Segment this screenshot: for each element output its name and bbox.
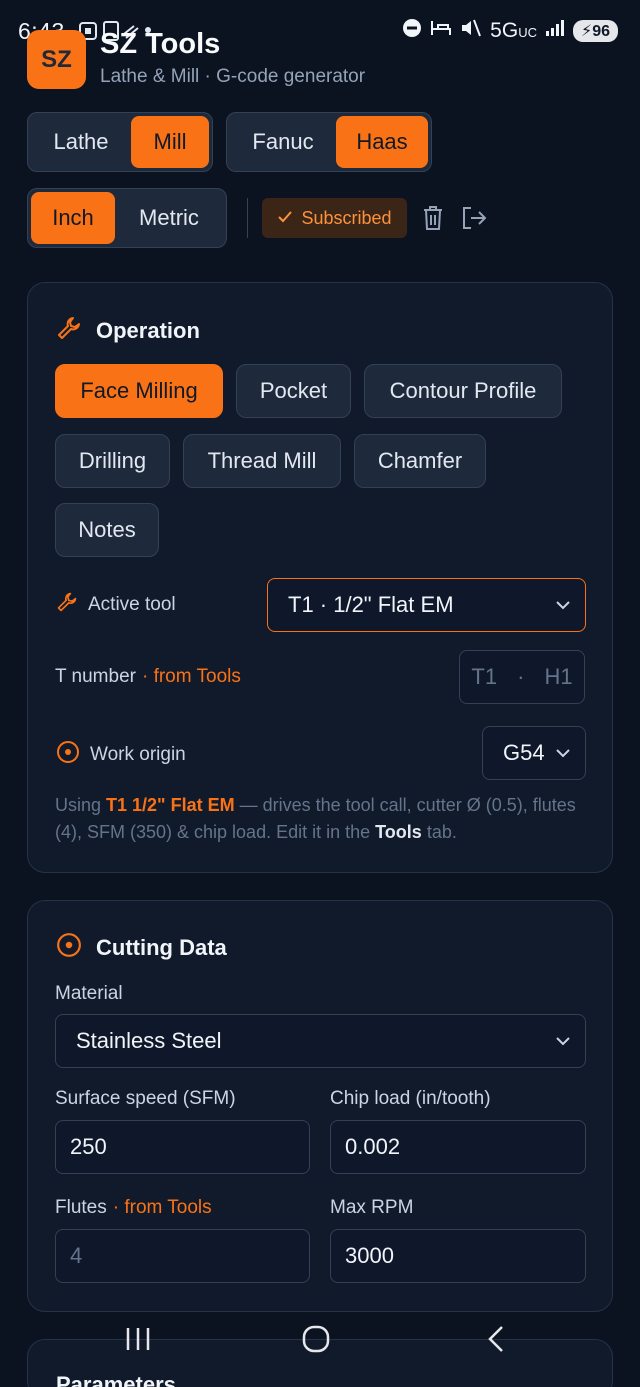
mute-icon [460, 18, 482, 44]
material-value: Stainless Steel [76, 1028, 222, 1053]
target-icon [56, 932, 82, 964]
battery-indicator: ⚡96 [572, 20, 618, 42]
network-label: 5GUC [490, 19, 537, 42]
operation-card: Operation Face Milling Pocket Contour Pr… [27, 282, 613, 873]
work-origin-label: Work origin [56, 740, 186, 770]
op-chamfer[interactable]: Chamfer [354, 434, 486, 488]
signal-icon [545, 19, 565, 43]
op-thread-mill[interactable]: Thread Mill [183, 434, 341, 488]
logout-icon[interactable] [461, 206, 487, 235]
chipload-label: Chip load (in/tooth) [330, 1088, 491, 1109]
app-subtitle: Lathe & Mill · G-code generator [100, 66, 366, 87]
h-value: H1 [544, 664, 573, 689]
cutting-data-title-row: Cutting Data [56, 932, 227, 964]
flutes-input: 4 [55, 1229, 310, 1283]
trash-icon[interactable] [422, 205, 444, 236]
t-separator: · [517, 664, 525, 689]
machine-toggle: Lathe Mill [27, 112, 213, 172]
flutes-label-text: Flutes [55, 1197, 107, 1218]
work-origin-label-text: Work origin [90, 744, 186, 765]
cutting-data-card: Cutting Data Material Stainless Steel Su… [27, 900, 613, 1312]
material-label: Material [55, 983, 123, 1004]
sfm-input[interactable]: 250 [55, 1120, 310, 1174]
t-value: T1 [471, 664, 498, 689]
operation-title-row: Operation [56, 315, 200, 347]
app-logo: SZ [27, 30, 86, 89]
t-number-field: T1 · H1 [459, 650, 585, 704]
op-notes[interactable]: Notes [55, 503, 159, 557]
note-tab: Tools [375, 822, 422, 842]
work-origin-value: G54 [503, 740, 545, 765]
metric-option[interactable]: Metric [115, 192, 223, 244]
app-title: SZ Tools [100, 28, 221, 60]
wrench-icon [56, 591, 78, 619]
active-tool-select[interactable]: T1 · 1/2" Flat EM [267, 578, 586, 632]
mill-option[interactable]: Mill [131, 116, 209, 168]
subscribed-label: Subscribed [301, 207, 392, 228]
op-pocket[interactable]: Pocket [236, 364, 351, 418]
note-suffix: tab. [421, 822, 457, 842]
lathe-option[interactable]: Lathe [31, 116, 131, 168]
active-tool-label: Active tool [56, 591, 176, 619]
control-toggle: Fanuc Haas [226, 112, 432, 172]
maxrpm-input[interactable]: 3000 [330, 1229, 586, 1283]
active-tool-label-text: Active tool [88, 594, 176, 615]
home-icon[interactable] [302, 1325, 330, 1358]
note-prefix: Using [55, 795, 107, 815]
inch-option[interactable]: Inch [31, 192, 115, 244]
recent-apps-icon[interactable] [124, 1325, 152, 1358]
bed-icon [430, 19, 452, 43]
active-tool-value: T1 · 1/2" Flat EM [288, 592, 454, 617]
status-right: 5GUC ⚡96 [402, 18, 618, 44]
wrench-icon [56, 315, 82, 347]
check-icon [277, 208, 293, 229]
toolbar-divider [247, 198, 248, 238]
back-icon[interactable] [484, 1325, 508, 1358]
tool-note: Using T1 1/2" Flat EM — drives the tool … [55, 792, 585, 846]
flutes-source: · from Tools [112, 1197, 212, 1218]
t-number-label-text: T number [55, 666, 136, 687]
flutes-label: Flutes · from Tools [55, 1197, 212, 1219]
op-drilling[interactable]: Drilling [55, 434, 170, 488]
operation-title: Operation [96, 318, 200, 343]
haas-option[interactable]: Haas [336, 116, 428, 168]
chevron-down-icon [555, 743, 571, 769]
parameters-title: Parameters [56, 1372, 176, 1387]
work-origin-select[interactable]: G54 [482, 726, 586, 780]
op-contour-profile[interactable]: Contour Profile [364, 364, 562, 418]
t-number-source: · from Tools [141, 666, 241, 687]
sfm-label: Surface speed (SFM) [55, 1088, 236, 1109]
chipload-input[interactable]: 0.002 [330, 1120, 586, 1174]
cutting-data-title: Cutting Data [96, 935, 227, 960]
target-icon [56, 740, 80, 770]
unit-toggle: Inch Metric [27, 188, 227, 248]
op-face-milling[interactable]: Face Milling [55, 364, 223, 418]
chevron-down-icon [555, 595, 571, 621]
maxrpm-label: Max RPM [330, 1197, 414, 1218]
chevron-down-icon [555, 1031, 571, 1057]
dnd-icon [402, 18, 422, 44]
subscribed-badge[interactable]: Subscribed [262, 198, 407, 238]
material-select[interactable]: Stainless Steel [55, 1014, 586, 1068]
note-tool: T1 1/2" Flat EM [106, 795, 235, 815]
fanuc-option[interactable]: Fanuc [230, 116, 336, 168]
t-number-label: T number · from Tools [55, 666, 241, 688]
